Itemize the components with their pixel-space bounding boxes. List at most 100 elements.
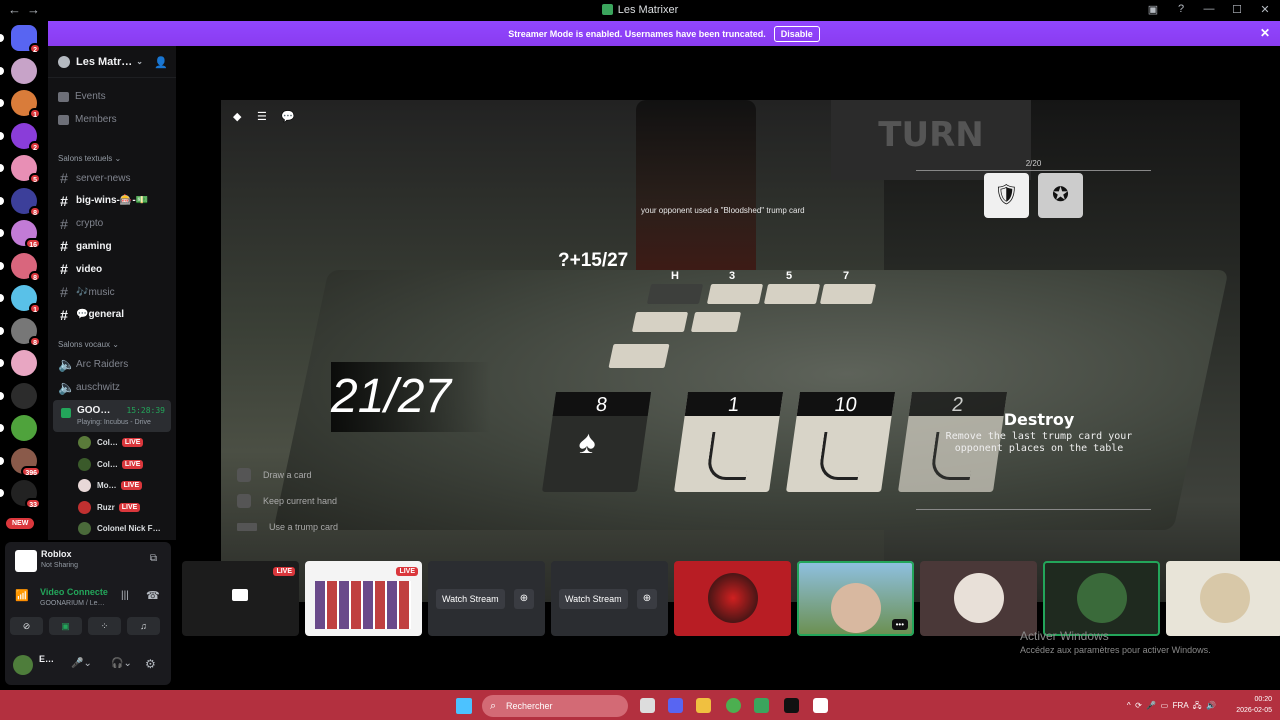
server-icon[interactable]: 8 (0, 252, 41, 282)
video-tile[interactable]: ••• (797, 561, 914, 636)
screen-icon (232, 589, 248, 601)
app-logo-icon (601, 4, 613, 15)
trump-panel: 2/20 🛡 ✪ (916, 159, 1151, 510)
stream-tile[interactable]: Watch Stream ⊕ (551, 561, 668, 636)
system-tray[interactable]: ^ ⟳ 🎤 ▭ FRA 🖧 🔊 (1127, 700, 1216, 714)
trump-icon[interactable]: ✪ (1038, 173, 1083, 218)
watch-stream-button[interactable]: Watch Stream (436, 589, 505, 609)
noise-icon[interactable]: ||| (121, 590, 129, 601)
voice-user[interactable]: Col… LIVE (78, 436, 144, 449)
server-icon[interactable]: 5 (0, 155, 41, 184)
server-icon[interactable]: 1 (0, 90, 41, 119)
my-score: 21/27 (331, 362, 491, 432)
gear-icon[interactable]: ⚙ (145, 657, 156, 671)
stream-tile[interactable]: LIVE (305, 561, 422, 636)
text-channel[interactable]: # 🎶music (58, 284, 114, 300)
text-channel[interactable]: # video (58, 261, 102, 277)
trump-card-on-table (690, 312, 742, 332)
server-icon[interactable]: 2 (0, 122, 41, 152)
opponent-card (819, 284, 877, 304)
stream-tile[interactable]: Watch Stream ⊕ (428, 561, 545, 636)
headphones-icon[interactable]: 🎧⌄ (111, 658, 132, 669)
invite-icon[interactable]: 👤 (154, 56, 168, 69)
members-link[interactable]: Members (58, 114, 117, 125)
avatar[interactable] (13, 655, 33, 675)
windows-start-icon[interactable] (456, 698, 472, 714)
epic-games-icon[interactable] (784, 698, 799, 713)
participant-tile[interactable] (920, 561, 1037, 636)
close-window-button[interactable]: ✕ (1258, 3, 1272, 16)
shield-icon[interactable]: 🛡 (984, 173, 1029, 218)
roblox-menu-icon[interactable]: ◆ (233, 110, 247, 123)
maximize-button[interactable]: ☐ (1230, 3, 1244, 16)
trump-card-on-table (608, 344, 670, 368)
participant-tile[interactable] (674, 561, 791, 636)
app-icon[interactable] (754, 698, 769, 713)
disconnect-icon[interactable]: ☎ (146, 589, 160, 602)
opponent-message: your opponent used a "Bloodshed" trump c… (641, 206, 805, 215)
voice-user[interactable]: Col… LIVE (78, 457, 144, 471)
hamburger-icon[interactable]: ☰ (257, 110, 271, 123)
text-channel[interactable]: # gaming (58, 238, 111, 254)
voice-user[interactable]: Mo… LIVE (78, 479, 143, 492)
text-channel[interactable]: # server-news (58, 170, 130, 186)
share-screen-button[interactable]: ▣ (49, 617, 82, 635)
clock[interactable]: 00:20 2026-02-05 (1236, 694, 1272, 716)
server-icon[interactable]: 8 (0, 187, 41, 217)
text-channel[interactable]: # crypto (58, 216, 103, 232)
server-icon[interactable]: 396 (0, 447, 41, 477)
chat-icon[interactable]: 💬 (281, 110, 295, 123)
unread-indicator (0, 326, 4, 335)
soundboard-button[interactable]: ♫ (127, 617, 160, 635)
file-explorer-icon[interactable] (696, 698, 711, 713)
server-icon[interactable] (0, 415, 37, 441)
close-banner-icon[interactable]: ✕ (1260, 26, 1270, 40)
help-icon[interactable]: ? (1174, 3, 1188, 16)
mention-badge: 1 (29, 108, 41, 119)
trump-tooltip: Destroy Remove the last trump card your … (945, 410, 1133, 454)
avatar (78, 479, 91, 492)
text-channel[interactable]: # 💬general (58, 307, 124, 323)
server-icon[interactable]: 16 (0, 220, 41, 249)
voice-user[interactable]: Ruzr LIVE (78, 500, 141, 514)
camera-off-button[interactable]: ⊘ (10, 617, 43, 635)
popout-icon[interactable]: ⊕ (514, 589, 534, 609)
stream-tile[interactable]: LIVE (182, 561, 299, 636)
category-voice[interactable]: Salons vocaux ⌄ (58, 340, 119, 349)
server-icon[interactable]: 1 (0, 285, 41, 314)
voice-channel[interactable]: 🔈 auschwitz (58, 379, 120, 396)
task-view-icon[interactable] (640, 698, 655, 713)
server-icon[interactable] (0, 57, 37, 84)
events-link[interactable]: Events (58, 91, 106, 102)
category-text[interactable]: Salons textuels ⌄ (58, 154, 121, 163)
minimize-button[interactable]: — (1202, 3, 1216, 16)
roblox-icon[interactable] (813, 698, 828, 713)
voice-user[interactable]: Colonel Nick F… (78, 522, 161, 535)
server-icon[interactable]: 33 (0, 480, 41, 509)
unread-indicator (0, 261, 4, 270)
screen-share-icon[interactable]: ⧉ (150, 553, 157, 564)
taskbar-search[interactable]: ⌕ Rechercher (482, 695, 628, 717)
chrome-icon[interactable] (726, 698, 741, 713)
server-header[interactable]: Les Matr… ⌄ 👤 (48, 46, 176, 78)
hint-draw: Draw a card (237, 462, 338, 488)
server-icon[interactable] (0, 382, 37, 409)
microphone-icon[interactable]: 🎤⌄ (71, 658, 92, 669)
inbox-icon[interactable]: ▣ (1146, 3, 1160, 16)
activities-button[interactable]: ⁘ (88, 617, 121, 635)
discord-icon[interactable] (668, 698, 683, 713)
server-icon[interactable]: 8 (0, 317, 41, 347)
disable-streamer-button[interactable]: Disable (773, 25, 820, 42)
server-icon[interactable]: 2 (0, 25, 41, 54)
watch-stream-button[interactable]: Watch Stream (559, 589, 628, 609)
popout-icon[interactable]: ⊕ (637, 589, 657, 609)
participant-tile[interactable] (1043, 561, 1160, 636)
text-channel[interactable]: # big-wins-🎰-💵 (58, 193, 148, 209)
voice-channel[interactable]: 🔈 Arc Raiders (58, 356, 128, 373)
more-options-icon[interactable]: ••• (891, 619, 908, 630)
game-stream[interactable]: TURN ◆ ☰ 💬 your opponent used a "Bloodsh… (221, 100, 1240, 602)
server-icon[interactable] (0, 350, 37, 376)
opponent-card (763, 284, 821, 304)
participant-tile[interactable] (1166, 561, 1280, 636)
active-voice-channel[interactable]: GOO… 15:28:39 Playing: Incubus - Drive (53, 400, 171, 432)
